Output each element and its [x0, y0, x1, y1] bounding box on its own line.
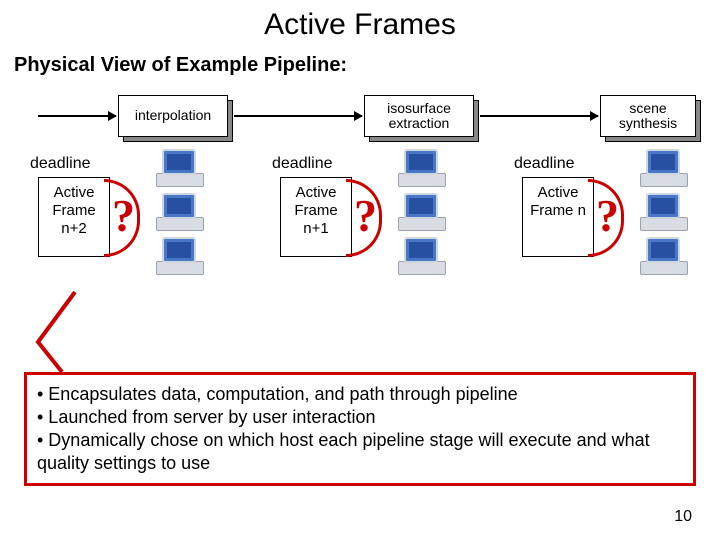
bullet-item: • Launched from server by user interacti… — [37, 406, 683, 429]
cluster-3: deadline Active Frame n ? — [504, 149, 720, 309]
computer-icon — [640, 237, 688, 277]
cluster-2: deadline Active Frame n+1 ? — [262, 149, 492, 309]
arrow-2 — [234, 115, 362, 117]
slide-subtitle: Physical View of Example Pipeline: — [0, 42, 720, 77]
computer-icon — [156, 193, 204, 233]
active-frame-box: Active Frame n — [522, 177, 594, 257]
bullet-item: • Dynamically chose on which host each p… — [37, 429, 683, 475]
computer-icon — [640, 193, 688, 233]
deadline-label: deadline — [272, 155, 333, 173]
question-mark-icon: ? — [112, 189, 135, 242]
question-mark-icon: ? — [354, 189, 377, 242]
computer-icon — [398, 193, 446, 233]
slide-title: Active Frames — [0, 0, 720, 42]
active-frame-box: Active Frame n+1 — [280, 177, 352, 257]
host-column — [156, 149, 216, 281]
question-mark-icon: ? — [596, 189, 619, 242]
deadline-label: deadline — [514, 155, 575, 173]
computer-icon — [398, 237, 446, 277]
deadline-label: deadline — [30, 155, 91, 173]
stage-label: interpolation — [118, 95, 228, 137]
stage-label: isosurface extraction — [364, 95, 474, 137]
computer-icon — [398, 149, 446, 189]
host-column — [398, 149, 458, 281]
arrow-3 — [480, 115, 598, 117]
bullet-box: • Encapsulates data, computation, and pa… — [24, 372, 696, 486]
arrow-1 — [38, 115, 116, 117]
stage-label: scene synthesis — [600, 95, 696, 137]
cluster-1: deadline Active Frame n+2 ? — [20, 149, 250, 309]
page-number: 10 — [674, 508, 692, 526]
stage-scene-synthesis: scene synthesis — [600, 95, 696, 137]
callout-line-icon — [20, 290, 100, 380]
pipeline-row: interpolation isosurface extraction scen… — [0, 87, 720, 149]
stage-isosurface: isosurface extraction — [364, 95, 474, 137]
computer-icon — [156, 237, 204, 277]
clusters-row: deadline Active Frame n+2 ? deadline Act… — [0, 149, 720, 309]
stage-interpolation: interpolation — [118, 95, 228, 137]
host-column — [640, 149, 700, 281]
active-frame-box: Active Frame n+2 — [38, 177, 110, 257]
computer-icon — [156, 149, 204, 189]
computer-icon — [640, 149, 688, 189]
bullet-item: • Encapsulates data, computation, and pa… — [37, 383, 683, 406]
